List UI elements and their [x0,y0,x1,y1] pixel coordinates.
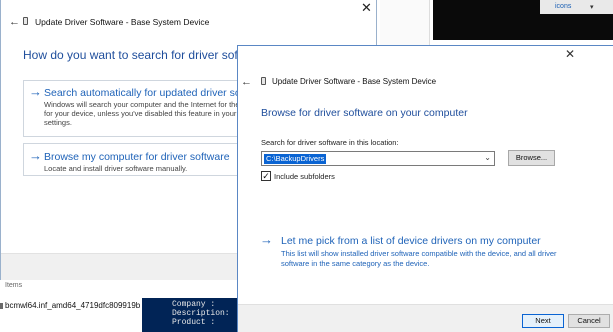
option-description-line: software in the same category as the dev… [281,259,430,268]
arrow-right-icon: → [29,148,42,163]
close-icon[interactable]: ✕ [361,0,372,16]
back-arrow-icon[interactable]: ← [9,16,20,28]
next-button[interactable]: Next [522,314,564,328]
search-location-label: Search for driver software in this locat… [261,138,399,147]
arrow-right-icon: → [29,84,42,99]
include-subfolders-checkbox[interactable]: ✓ [261,171,271,181]
option-description-line: settings. [44,118,72,127]
powershell-console: Company : Description: Product : [142,298,238,332]
powershell-line: Company : [172,300,216,309]
option-label: Search automatically for updated driver … [44,87,255,99]
background-toolbar [540,0,613,14]
device-icon [261,77,266,85]
option-description: Locate and install driver software manua… [44,164,188,173]
back-arrow-icon[interactable]: ← [241,76,252,88]
arrow-right-icon: → [260,232,273,247]
explorer-file-item[interactable]: bcmwl64.inf_amd64_4719dfc809919b [5,301,140,310]
close-icon[interactable]: ✕ [565,47,575,61]
driver-path-combobox[interactable]: C:\BackupDrivers ⌄ [261,151,495,166]
include-subfolders-label[interactable]: Include subfolders [274,172,335,181]
update-driver-dialog-front: ✕ ← Update Driver Software - Base System… [237,45,613,332]
file-icon [0,303,3,309]
cancel-button[interactable]: Cancel [568,314,610,328]
background-window-panel [380,0,430,45]
powershell-line: Product : [172,318,216,327]
chevron-down-icon[interactable]: ⌄ [484,153,491,162]
option-description-line: for your device, unless you've disabled … [44,109,237,118]
background-icons-link[interactable]: icons [555,3,571,10]
dialog-title: Update Driver Software - Base System Dev… [272,77,437,86]
explorer-items-label: Items [5,282,23,289]
device-icon [23,17,28,25]
chevron-down-icon[interactable]: ▾ [590,3,594,11]
dialog-heading: Browse for driver software on your compu… [261,107,468,119]
explorer-file-list: Items bcmwl64.inf_amd64_4719dfc809919b [0,278,140,332]
option-description: Windows will search your computer and th… [44,100,240,127]
driver-path-value[interactable]: C:\BackupDrivers [264,154,327,164]
option-label[interactable]: Let me pick from a list of device driver… [281,235,541,247]
dialog-title: Update Driver Software - Base System Dev… [35,17,210,27]
option-description-line: Windows will search your computer and th… [44,100,240,109]
powershell-line: Description: [172,309,230,318]
option-description-line: This list will show installed driver sof… [281,249,557,258]
option-label: Browse my computer for driver software [44,151,230,163]
option-description: This list will show installed driver sof… [281,249,557,269]
browse-button[interactable]: Browse... [508,150,555,166]
